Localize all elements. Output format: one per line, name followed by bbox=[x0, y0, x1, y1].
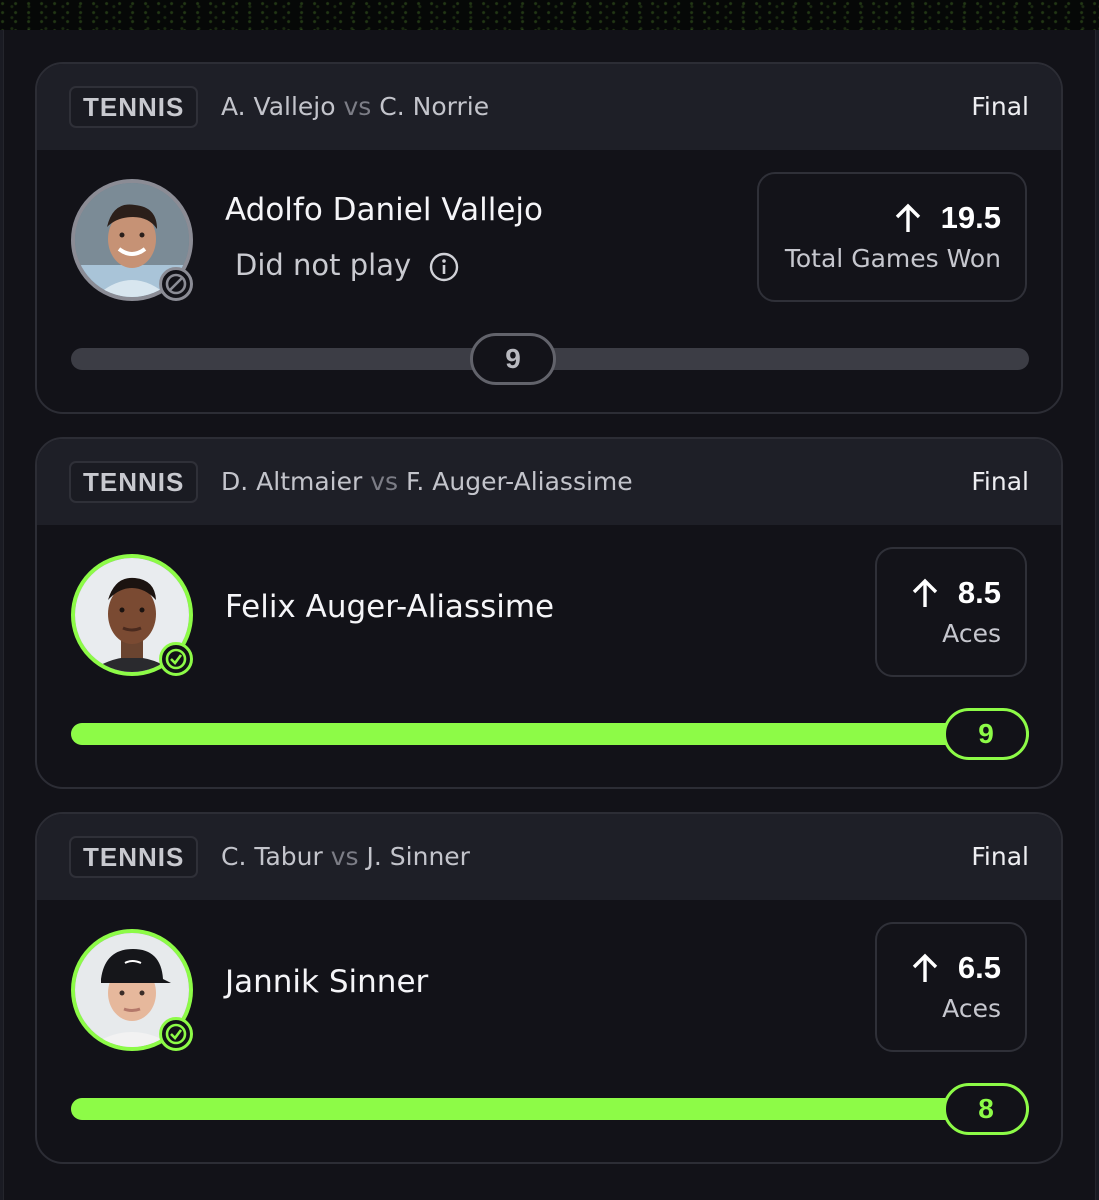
card-header: TENNIS D. Altmaier vs F. Auger-Aliassime… bbox=[37, 439, 1061, 525]
progress-fill bbox=[71, 723, 1029, 745]
did-not-play-label: Did not play bbox=[235, 248, 412, 282]
sport-badge: TENNIS bbox=[69, 461, 199, 503]
player-avatar bbox=[71, 929, 193, 1051]
top-banner bbox=[0, 0, 1099, 30]
matchup-vs: vs bbox=[343, 92, 372, 121]
progress-track: 9 bbox=[71, 333, 1029, 385]
game-status: Final bbox=[971, 842, 1029, 871]
matchup-player-a: D. Altmaier bbox=[221, 467, 363, 496]
card-header: TENNIS A. Vallejo vs C. Norrie Final bbox=[37, 64, 1061, 150]
prop-line: 19.5 bbox=[893, 198, 1001, 238]
prop-line: 8.5 bbox=[910, 573, 1001, 613]
check-icon bbox=[159, 642, 193, 676]
prop-stat-label: Aces bbox=[942, 619, 1001, 648]
player-avatar bbox=[71, 179, 193, 301]
result-pill: 9 bbox=[943, 708, 1029, 760]
matchup-player-a: A. Vallejo bbox=[221, 92, 336, 121]
banner-texture bbox=[0, 0, 1099, 30]
matchup: A. Vallejo vs C. Norrie bbox=[221, 88, 489, 126]
sport-badge: TENNIS bbox=[69, 86, 199, 128]
check-icon bbox=[159, 1017, 193, 1051]
prop-box[interactable]: 19.5 Total Games Won bbox=[757, 172, 1027, 302]
prop-line-value: 19.5 bbox=[940, 200, 1001, 235]
matchup-player-b: F. Auger-Aliassime bbox=[406, 467, 633, 496]
matchup-vs: vs bbox=[370, 467, 399, 496]
prop-line-value: 6.5 bbox=[957, 950, 1001, 985]
player-name: Adolfo Daniel Vallejo bbox=[225, 192, 543, 228]
progress-track: 9 bbox=[71, 708, 1029, 760]
result-pill: 9 bbox=[470, 333, 556, 385]
pick-card[interactable]: TENNIS A. Vallejo vs C. Norrie Final Ado… bbox=[35, 62, 1063, 414]
player-name: Jannik Sinner bbox=[225, 964, 429, 1000]
matchup-player-a: C. Tabur bbox=[221, 842, 323, 871]
prop-stat-label: Total Games Won bbox=[784, 244, 1001, 273]
prop-stat-label: Aces bbox=[942, 994, 1001, 1023]
prop-box[interactable]: 8.5 Aces bbox=[875, 547, 1027, 677]
pick-card[interactable]: TENNIS D. Altmaier vs F. Auger-Aliassime… bbox=[35, 437, 1063, 789]
card-header: TENNIS C. Tabur vs J. Sinner Final bbox=[37, 814, 1061, 900]
matchup-player-b: J. Sinner bbox=[366, 842, 470, 871]
sport-badge: TENNIS bbox=[69, 836, 199, 878]
game-status: Final bbox=[971, 467, 1029, 496]
matchup-player-b: C. Norrie bbox=[379, 92, 490, 121]
arrow-up-icon bbox=[912, 578, 938, 607]
matchup: C. Tabur vs J. Sinner bbox=[221, 838, 470, 876]
result-pill: 8 bbox=[943, 1083, 1029, 1135]
pick-card[interactable]: TENNIS C. Tabur vs J. Sinner Final Janni… bbox=[35, 812, 1063, 1164]
arrow-up-icon bbox=[912, 953, 938, 982]
prop-line: 6.5 bbox=[910, 948, 1001, 988]
matchup-vs: vs bbox=[330, 842, 359, 871]
player-avatar bbox=[71, 554, 193, 676]
player-name: Felix Auger-Aliassime bbox=[225, 589, 555, 625]
arrow-up-icon bbox=[895, 203, 920, 232]
progress-track: 8 bbox=[71, 1083, 1029, 1135]
game-status: Final bbox=[971, 92, 1029, 121]
matchup: D. Altmaier vs F. Auger-Aliassime bbox=[221, 463, 633, 501]
progress-fill bbox=[71, 1098, 1029, 1120]
ban-icon bbox=[159, 267, 193, 301]
info-icon[interactable] bbox=[429, 252, 459, 282]
prop-box[interactable]: 6.5 Aces bbox=[875, 922, 1027, 1052]
prop-line-value: 8.5 bbox=[957, 575, 1001, 610]
